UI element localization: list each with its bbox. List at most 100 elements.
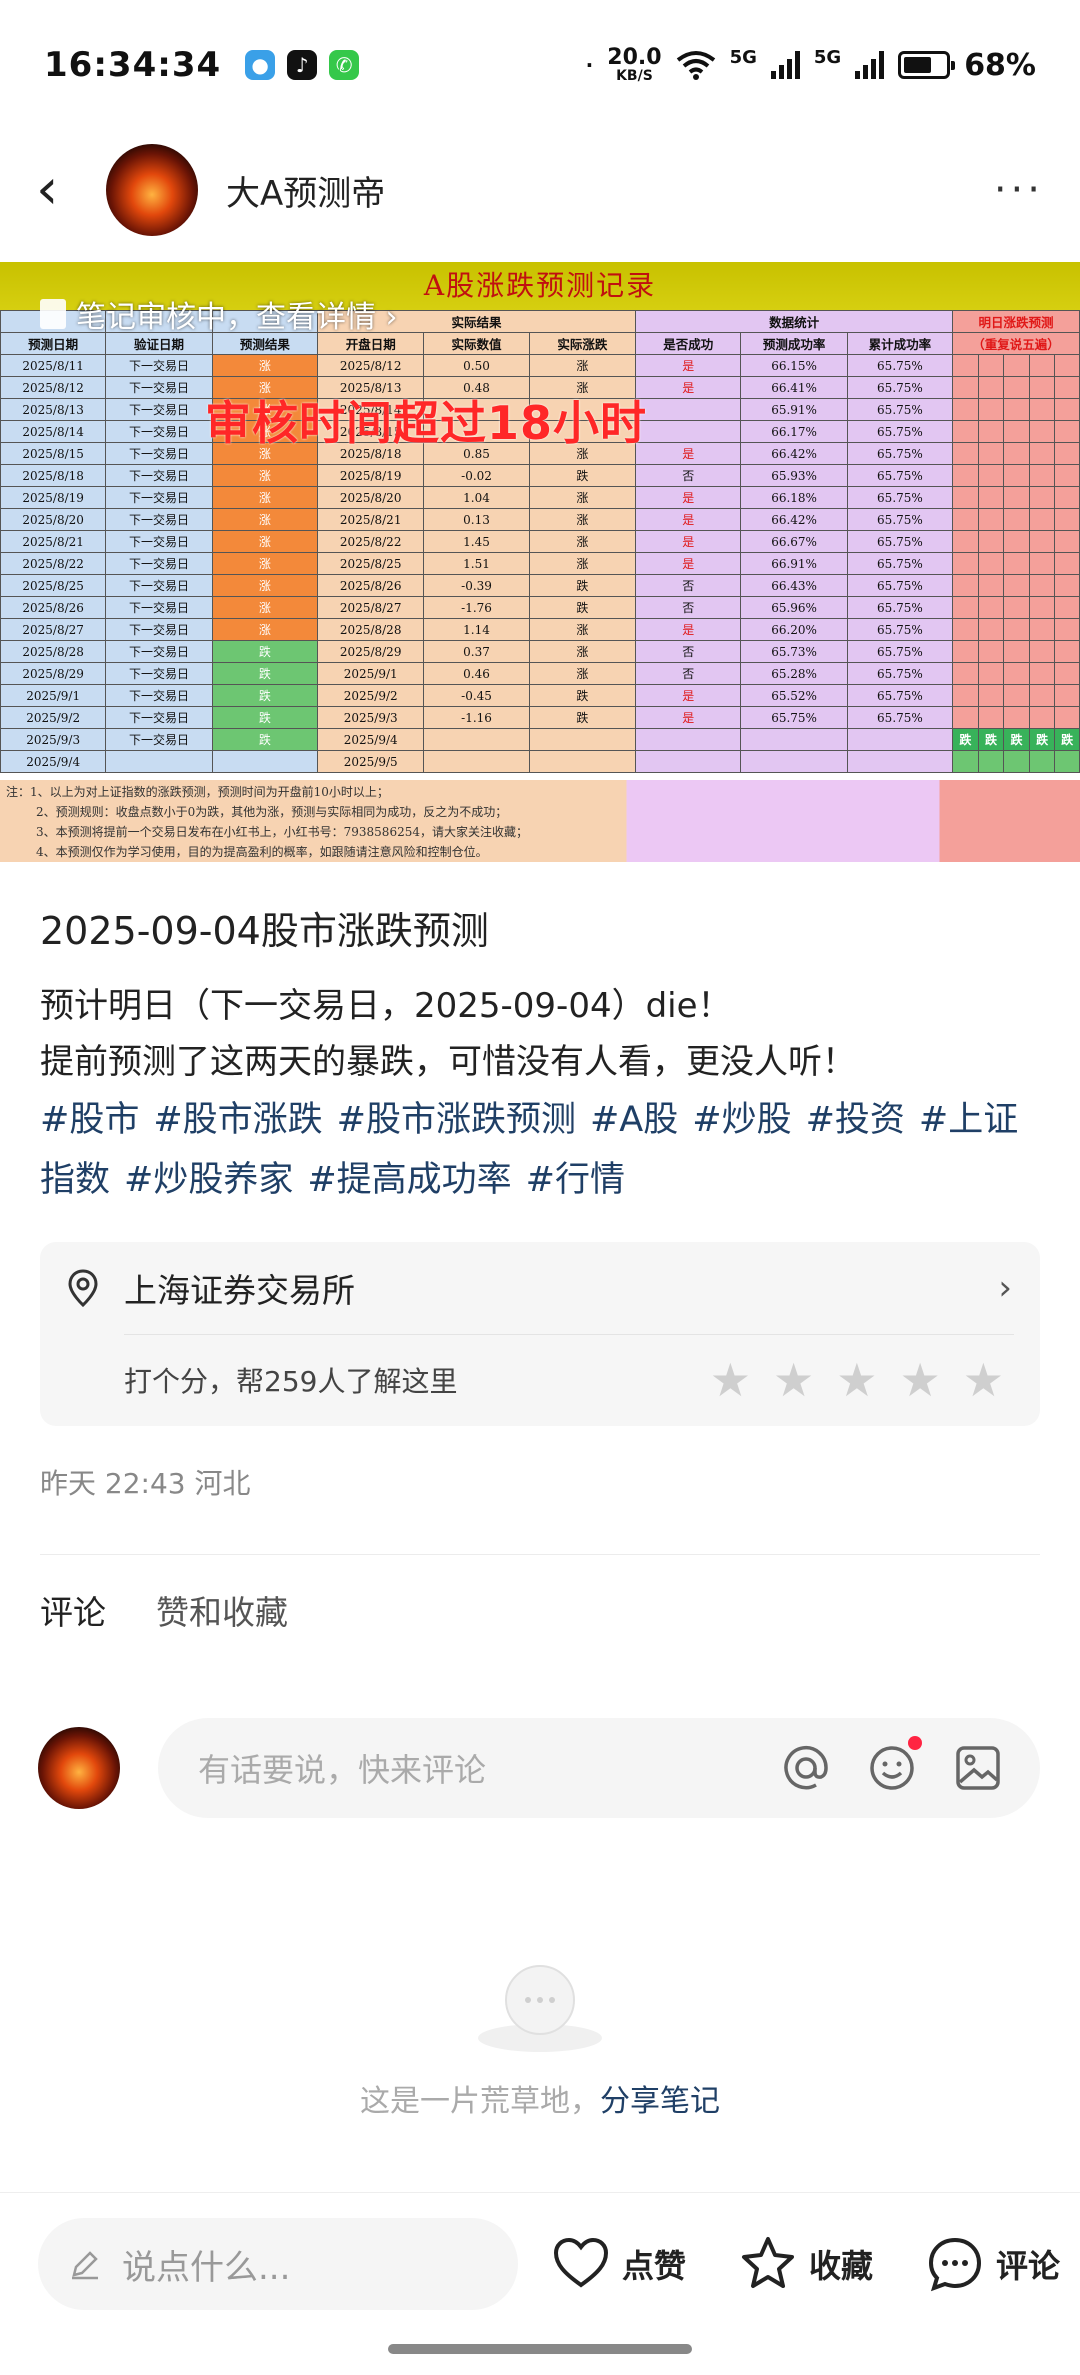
table-cell: 否 — [635, 464, 742, 487]
hashtag[interactable]: #行情 — [526, 1160, 625, 1200]
prediction-cell: 跌 — [1054, 728, 1080, 751]
table-cell: 下一交易日 — [105, 486, 213, 509]
hashtag[interactable]: #A股 — [590, 1100, 678, 1140]
table-cell: 否 — [635, 596, 742, 619]
table-cell: 下一交易日 — [105, 618, 213, 641]
table-cell: 2025/8/28 — [317, 618, 425, 641]
prediction-cell — [952, 552, 979, 575]
prediction-cell — [1003, 640, 1030, 663]
more-options-icon[interactable]: ··· — [994, 167, 1044, 213]
signal-bars-1-icon — [770, 51, 800, 79]
location-card[interactable]: 上海证券交易所 › 打个分，帮259人了解这里 ★ ★ ★ ★ ★ — [40, 1242, 1040, 1426]
table-cell: 65.91% — [740, 398, 848, 421]
post-line: 预计明日（下一交易日，2025-09-04）die！ — [40, 986, 732, 1026]
table-cell: 65.75% — [846, 596, 954, 619]
table-cell: 0.46 — [423, 662, 530, 685]
table-row: 2025/8/22 下一交易日涨 2025/8/25 1.51 涨是 66.91% 65.7… — [0, 552, 1080, 575]
home-indicator[interactable] — [388, 2344, 692, 2354]
table-row: 2025/8/28 下一交易日跌 2025/8/29 0.37 涨否 65.73% 65.7… — [0, 640, 1080, 663]
prediction-cell — [1028, 596, 1056, 619]
table-cell — [740, 728, 848, 751]
table-cell: 65.96% — [740, 596, 848, 619]
table-cell: 65.93% — [740, 464, 848, 487]
divider — [0, 2192, 1080, 2193]
comment-button[interactable]: 评论 — [924, 2233, 1060, 2295]
table-cell: 2025/9/3 — [0, 728, 107, 751]
table-cell: 2025/8/27 — [317, 596, 425, 619]
prediction-table: 实际结果 数据统计 明日涨跌预测 预测日期 验证日期 预测结果 开盘日期 实际数值 实际涨… — [0, 310, 1080, 773]
table-cell: 下一交易日 — [105, 662, 213, 685]
prediction-cell — [952, 420, 979, 443]
table-cell: 2025/9/4 — [317, 728, 425, 751]
hashtag[interactable]: #炒股养家 — [124, 1160, 293, 1200]
location-pin-icon — [68, 1269, 98, 1308]
emoji-icon[interactable] — [866, 1736, 922, 1794]
empty-state: 这是一片荒草地，分享笔记 — [0, 2076, 1080, 2120]
table-cell: 跌 — [211, 684, 319, 707]
prediction-cell — [1054, 420, 1080, 443]
share-note-link[interactable]: 分享笔记 — [600, 2084, 720, 2119]
table-row: 2025/8/29 下一交易日跌 2025/9/1 0.46 涨否 65.28% 65.75… — [0, 662, 1080, 685]
tab-comments[interactable]: 评论 — [40, 1586, 106, 1634]
note-line: 4、本预测仅作为学习使用，目的为提高盈利的概率，如跟随请注意风险和控制仓位。 — [36, 845, 488, 859]
table-row: 2025/9/2 下一交易日跌 2025/9/3 -1.16 跌是 65.75% 65.75… — [0, 706, 1080, 729]
chevron-right-icon: › — [998, 1268, 1012, 1308]
comment-input[interactable]: 有话要说，快来评论 — [158, 1718, 1040, 1818]
rating-stars[interactable]: ★ ★ ★ ★ ★ — [710, 1357, 1004, 1403]
comment-bubble-icon — [928, 2237, 981, 2292]
image-icon[interactable] — [952, 1742, 1004, 1794]
table-cell: 涨 — [528, 486, 637, 509]
hashtag[interactable]: #投资 — [806, 1100, 905, 1140]
empty-comments-icon — [478, 1965, 602, 2052]
table-cell: 65.75% — [846, 398, 954, 421]
table-cell — [211, 750, 319, 773]
prediction-cell: 跌 — [952, 728, 979, 751]
collect-button[interactable]: 收藏 — [737, 2233, 873, 2295]
author-name[interactable]: 大A预测帝 — [226, 166, 385, 215]
star-icon[interactable]: ★ — [710, 1357, 751, 1403]
table-cell: 跌 — [211, 728, 319, 751]
table-cell: 是 — [635, 684, 742, 707]
table-cell: 66.42% — [740, 442, 848, 465]
back-icon[interactable]: ‹ — [36, 162, 76, 218]
say-something-input[interactable]: 说点什么... — [38, 2218, 518, 2310]
star-outline-icon — [741, 2237, 794, 2288]
mention-icon[interactable] — [780, 1742, 832, 1794]
prediction-cell — [977, 706, 1005, 729]
table-cell: 否 — [635, 574, 742, 597]
tab-likes-collects[interactable]: 赞和收藏 — [156, 1586, 288, 1634]
comment-input-icons — [780, 1736, 1004, 1794]
prediction-cell — [977, 640, 1005, 663]
author-avatar[interactable] — [106, 144, 198, 236]
star-icon[interactable]: ★ — [836, 1357, 877, 1403]
hashtag[interactable]: #炒股 — [692, 1100, 791, 1140]
user-avatar — [38, 1727, 120, 1809]
table-cell: 2025/8/20 — [317, 486, 425, 509]
table-cell: 是 — [635, 552, 742, 575]
star-icon[interactable]: ★ — [773, 1357, 814, 1403]
post-image[interactable]: A股涨跌预测记录 笔记审核中，查看详情 › 实际结果 数据统计 明日涨跌预测 预… — [0, 262, 1080, 862]
table-cell: 下一交易日 — [105, 552, 213, 575]
prediction-cell — [1028, 574, 1056, 597]
group-header: 明日涨跌预测 — [952, 310, 1080, 333]
star-icon[interactable]: ★ — [963, 1357, 1004, 1403]
table-cell: 65.75% — [846, 442, 954, 465]
column-header: 实际数值 — [423, 332, 530, 355]
document-icon — [40, 299, 66, 329]
prediction-cell — [1003, 354, 1030, 377]
prediction-cell — [977, 618, 1005, 641]
hashtag[interactable]: #股市涨跌 — [153, 1100, 322, 1140]
table-cell: 2025/9/5 — [317, 750, 425, 773]
prediction-cell: 跌 — [1003, 728, 1030, 751]
table-cell — [105, 750, 213, 773]
prediction-cell — [1054, 596, 1080, 619]
hashtag[interactable]: #股市涨跌预测 — [337, 1100, 576, 1140]
star-icon[interactable]: ★ — [900, 1357, 941, 1403]
table-cell: 65.75% — [846, 508, 954, 531]
audit-banner[interactable]: 笔记审核中，查看详情 › — [40, 294, 398, 335]
hashtag[interactable]: #股市 — [40, 1100, 139, 1140]
location-row[interactable]: 上海证券交易所 › — [40, 1242, 1040, 1334]
hashtag[interactable]: #提高成功率 — [307, 1160, 511, 1200]
like-button[interactable]: 点赞 — [550, 2233, 686, 2295]
prediction-cell — [977, 596, 1005, 619]
